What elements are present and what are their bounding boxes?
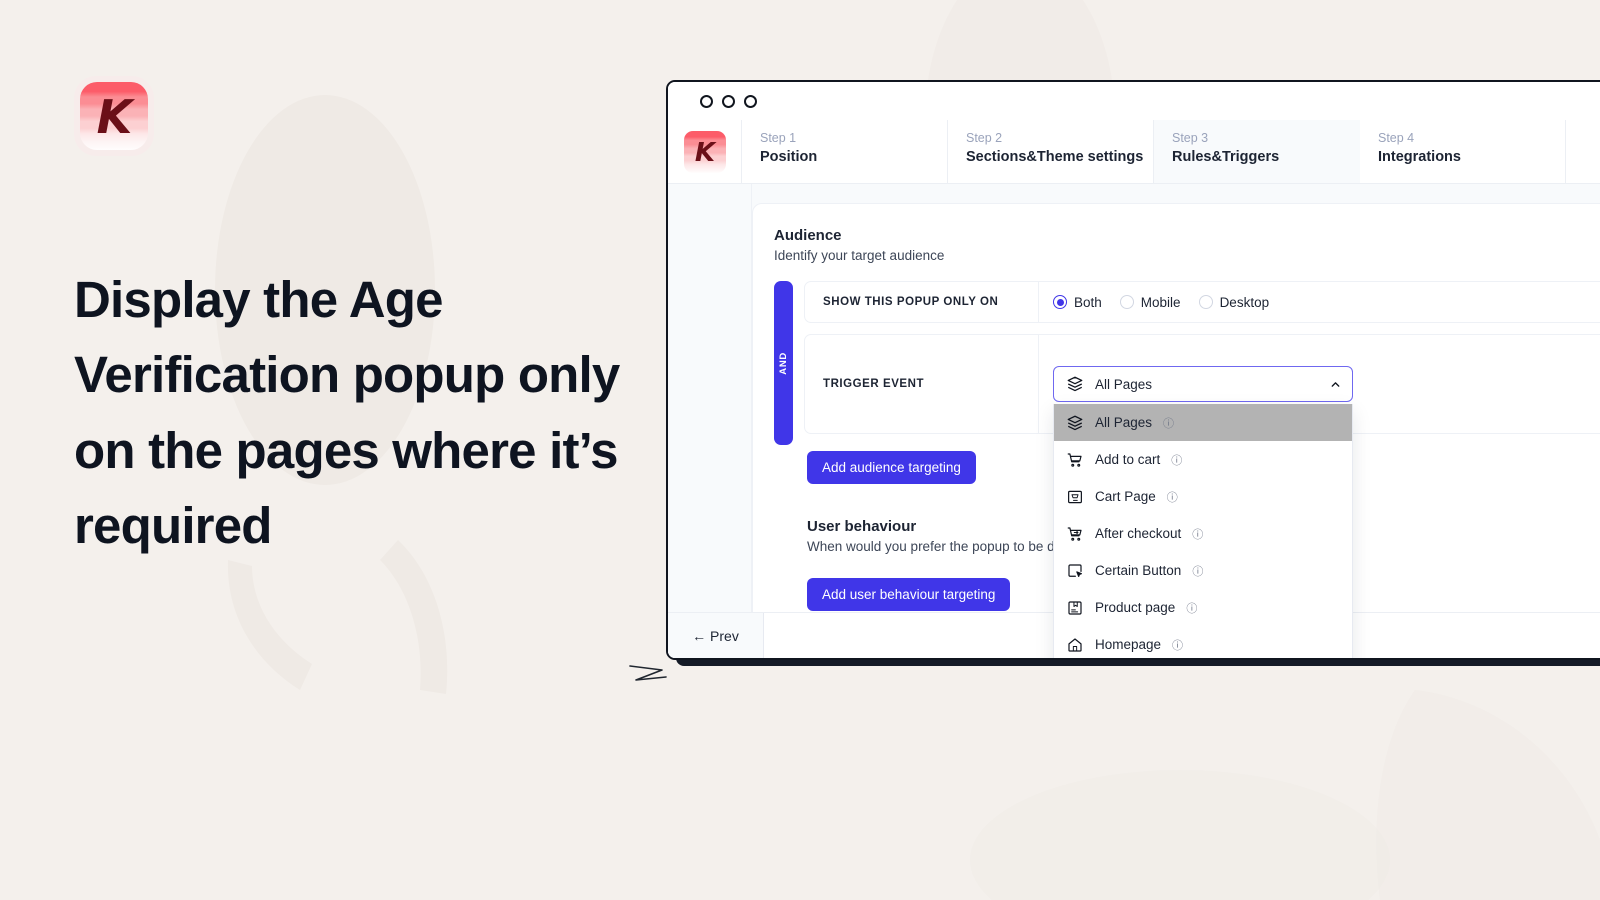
- radio-desktop-dot-icon[interactable]: [1198, 295, 1213, 309]
- dropdown-item-after-checkout[interactable]: After checkout ⓘ: [1054, 515, 1352, 552]
- dropdown-item-add-to-cart[interactable]: Add to cart ⓘ: [1054, 441, 1352, 478]
- radio-both-label: Both: [1074, 294, 1102, 310]
- scribble-arrow-icon: [629, 665, 667, 681]
- chevron-up-icon[interactable]: [1329, 378, 1342, 391]
- step-4-number: Step 4: [1378, 131, 1415, 145]
- dropdown-item-label: Certain Button: [1095, 563, 1182, 578]
- step-2-number: Step 2: [966, 131, 1003, 145]
- product-box-icon: [1068, 600, 1082, 615]
- layers-icon: [1067, 376, 1083, 392]
- show-popup-only-on-label: SHOW THIS POPUP ONLY ON: [805, 282, 1039, 322]
- step-tab-1[interactable]: Step 1 Position: [742, 120, 948, 183]
- rules-card: Audience Identify your target audience A…: [752, 203, 1600, 658]
- app-logo: K: [668, 120, 742, 183]
- brand-logo-tile: K: [80, 82, 148, 150]
- cart-add-icon: [1067, 452, 1082, 467]
- step-4-title: Integrations: [1378, 149, 1461, 165]
- audience-title: Audience: [774, 227, 842, 244]
- brand-logo-letter: K: [96, 90, 133, 144]
- dropdown-item-certain-button[interactable]: Certain Button ⓘ: [1054, 552, 1352, 589]
- page-root: K Display the Age Verification popup onl…: [0, 0, 1600, 900]
- audience-subtitle: Identify your target audience: [774, 248, 945, 263]
- left-rail: [668, 184, 752, 634]
- browser-window: K Step 1 Position Step 2 Sections&Theme …: [666, 80, 1600, 660]
- audience-rule-group: AND SHOW THIS POPUP ONLY ON Both Mobile …: [753, 281, 1600, 658]
- radio-both-dot-icon[interactable]: [1053, 295, 1067, 309]
- dropdown-item-label: Homepage: [1095, 637, 1162, 652]
- traffic-light-minimize-icon[interactable]: [722, 94, 735, 108]
- dropdown-item-homepage[interactable]: Homepage ⓘ: [1054, 626, 1352, 658]
- marketing-headline: Display the Age Verification popup only …: [74, 271, 620, 555]
- cart-page-icon: [1068, 490, 1082, 503]
- trigger-event-dropdown[interactable]: All Pages ⓘ Add to cart ⓘ Cart Page ⓘ Af…: [1053, 404, 1353, 658]
- add-audience-targeting-button[interactable]: Add audience targeting: [807, 451, 976, 484]
- dropdown-item-label: All Pages: [1095, 415, 1153, 430]
- dropdown-item-all-pages[interactable]: All Pages ⓘ: [1054, 404, 1352, 441]
- info-icon[interactable]: ⓘ: [1167, 489, 1178, 505]
- info-icon[interactable]: ⓘ: [1192, 563, 1203, 579]
- device-radio-group-cell: Both Mobile Desktop: [1039, 282, 1600, 322]
- app-logo-letter: K: [694, 137, 715, 168]
- trigger-event-selected-value: All Pages: [1095, 376, 1153, 392]
- radio-mobile-label: Mobile: [1140, 294, 1181, 310]
- brand-logo: K: [74, 76, 154, 156]
- info-icon[interactable]: ⓘ: [1192, 526, 1203, 542]
- step-1-title: Position: [760, 149, 818, 165]
- radio-mobile-dot-icon[interactable]: [1119, 295, 1134, 309]
- traffic-light-close-icon[interactable]: [700, 94, 713, 108]
- traffic-light-maximize-icon[interactable]: [744, 94, 757, 108]
- info-icon[interactable]: ⓘ: [1171, 452, 1182, 468]
- info-icon[interactable]: ⓘ: [1172, 637, 1183, 653]
- trigger-event-cell: All Pages All Pages ⓘ Add to cart ⓘ Cart…: [1039, 357, 1600, 658]
- layers-icon: [1067, 415, 1083, 430]
- step-tab-4[interactable]: Step 4 Integrations: [1360, 120, 1566, 183]
- home-icon: [1068, 637, 1082, 652]
- trigger-event-select[interactable]: All Pages: [1053, 366, 1353, 402]
- rule-row-trigger-event: TRIGGER EVENT All Pages All Pages ⓘ Add …: [804, 334, 1600, 658]
- trigger-event-label: TRIGGER EVENT: [805, 334, 1039, 434]
- radio-both[interactable]: Both: [1053, 295, 1102, 310]
- and-connector: AND: [774, 281, 793, 445]
- and-label: AND: [778, 351, 789, 375]
- wizard-steps: K Step 1 Position Step 2 Sections&Theme …: [668, 120, 1600, 184]
- step-tab-3[interactable]: Step 3 Rules&Triggers: [1154, 120, 1360, 183]
- dropdown-item-cart-page[interactable]: Cart Page ⓘ: [1054, 478, 1352, 515]
- wizard-body: Audience Identify your target audience A…: [668, 184, 1600, 658]
- cart-checkout-icon: [1067, 526, 1082, 541]
- dropdown-item-product-page[interactable]: Product page ⓘ: [1054, 589, 1352, 626]
- trigger-event-select-wrap: All Pages All Pages ⓘ Add to cart ⓘ Cart…: [1053, 366, 1353, 658]
- radio-mobile[interactable]: Mobile: [1119, 294, 1181, 310]
- add-user-behaviour-targeting-button[interactable]: Add user behaviour targeting: [807, 578, 1011, 611]
- button-click-icon: [1068, 563, 1082, 577]
- step-1-number: Step 1: [760, 131, 797, 145]
- rule-rows: SHOW THIS POPUP ONLY ON Both Mobile Desk…: [804, 281, 1600, 658]
- dropdown-item-label: Product page: [1095, 600, 1176, 615]
- window-titlebar: [668, 82, 1600, 120]
- info-icon[interactable]: ⓘ: [1186, 600, 1197, 616]
- rule-row-device: SHOW THIS POPUP ONLY ON Both Mobile Desk…: [804, 281, 1600, 323]
- step-3-title: Rules&Triggers: [1172, 149, 1280, 165]
- info-icon[interactable]: ⓘ: [1163, 415, 1174, 431]
- dropdown-item-label: Cart Page: [1095, 489, 1156, 504]
- prev-button[interactable]: ← Prev: [668, 612, 764, 658]
- dropdown-item-label: Add to cart: [1095, 452, 1161, 467]
- radio-desktop-label: Desktop: [1219, 294, 1270, 310]
- device-radio-group: Both Mobile Desktop: [1053, 295, 1269, 310]
- step-tab-2[interactable]: Step 2 Sections&Theme settings: [948, 120, 1154, 183]
- step-3-number: Step 3: [1172, 131, 1209, 145]
- step-2-title: Sections&Theme settings: [966, 149, 1144, 165]
- dropdown-item-label: After checkout: [1095, 526, 1182, 541]
- radio-desktop[interactable]: Desktop: [1198, 294, 1270, 310]
- app-logo-tile: K: [683, 130, 726, 173]
